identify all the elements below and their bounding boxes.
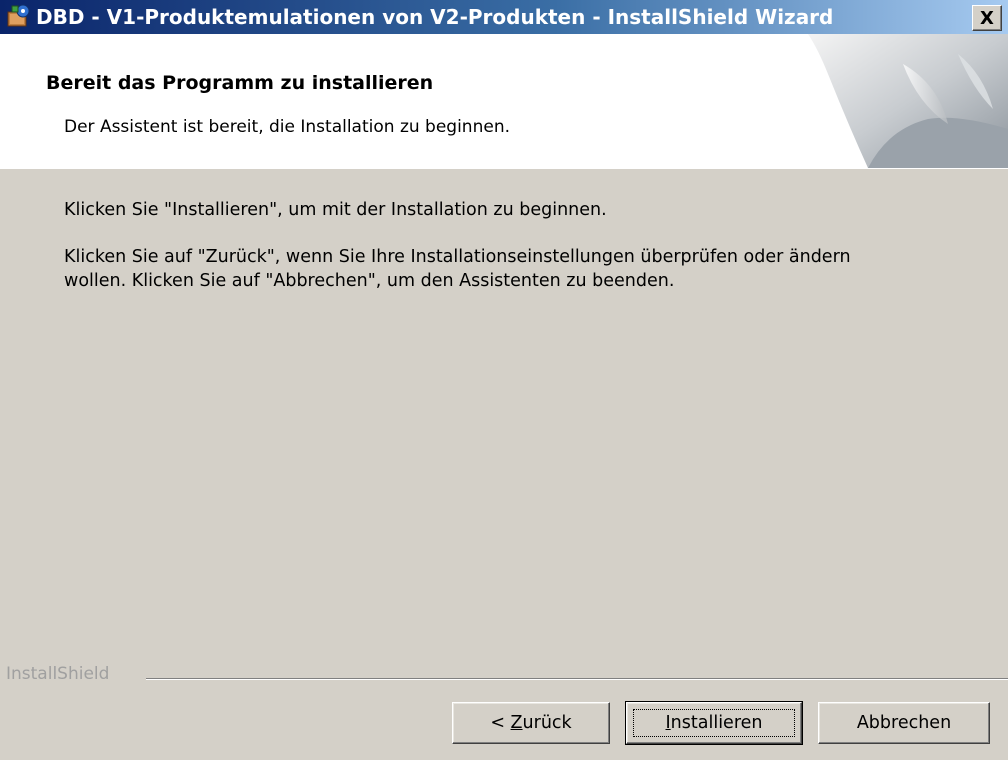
page-subtitle: Der Assistent ist bereit, die Installati… [64, 117, 510, 137]
window-title: DBD - V1-Produktemulationen von V2-Produ… [36, 5, 834, 29]
back-button-mnemonic: Z [510, 713, 523, 733]
focus-indicator [633, 709, 795, 737]
installer-icon [6, 4, 32, 30]
instruction-text-2-line1: Klicken Sie auf "Zurück", wenn Sie Ihre … [64, 247, 851, 267]
header-divider [0, 168, 1008, 169]
title-bar[interactable]: DBD - V1-Produktemulationen von V2-Produ… [0, 0, 1008, 34]
page-title: Bereit das Programm zu installieren [46, 72, 434, 94]
install-button[interactable]: Installieren [625, 701, 803, 745]
cancel-button[interactable]: Abbrechen [818, 702, 990, 744]
back-button[interactable]: < Zurück [452, 702, 610, 744]
close-button[interactable]: X [972, 5, 1002, 31]
instruction-text-1: Klicken Sie "Installieren", um mit der I… [64, 200, 607, 220]
installshield-brand: InstallShield [6, 664, 110, 684]
back-button-prefix: < [490, 713, 511, 733]
close-icon: X [980, 7, 994, 29]
back-button-label: urück [522, 713, 572, 733]
footer-divider-highlight [146, 679, 1008, 680]
cancel-button-label: Abbrechen [856, 713, 952, 733]
instruction-text-2-line2: wollen. Klicken Sie auf "Abbrechen", um … [64, 271, 675, 291]
paper-curl-graphic [808, 34, 1008, 168]
